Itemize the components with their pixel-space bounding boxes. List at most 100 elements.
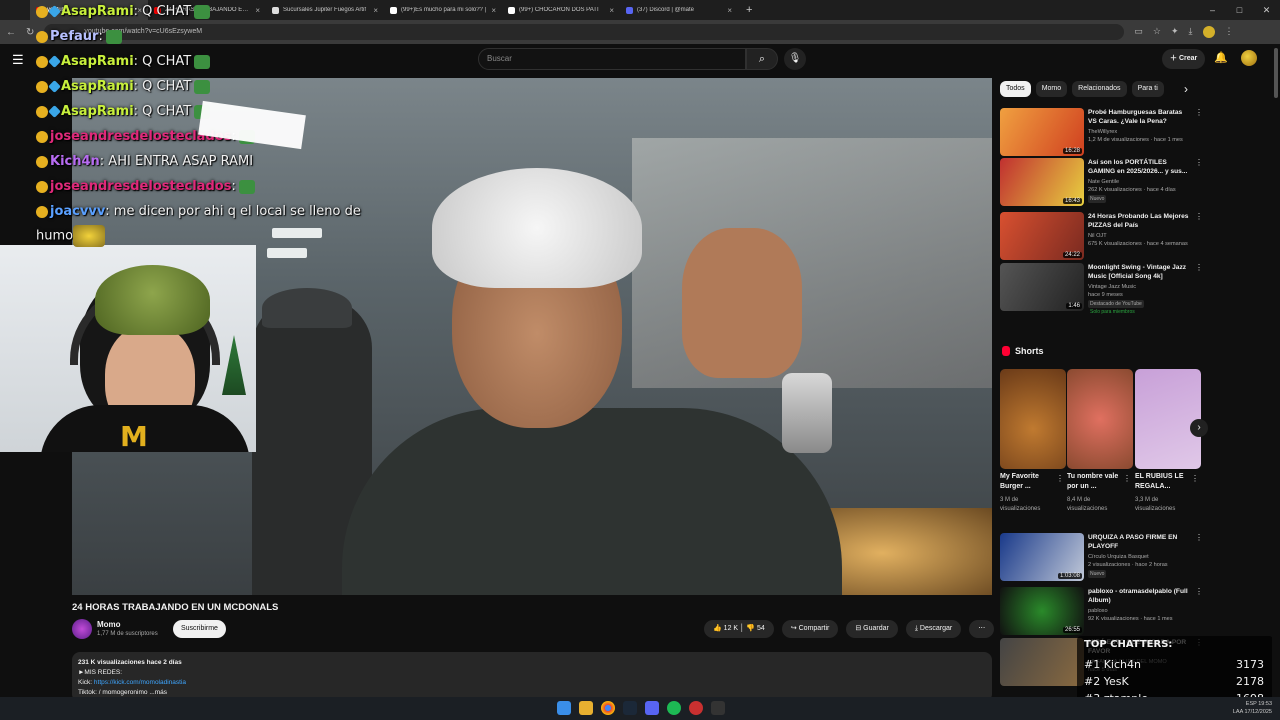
- recommendation-channel[interactable]: TheWillyrex: [1088, 128, 1198, 136]
- create-button[interactable]: ＋ Crear: [1162, 49, 1206, 69]
- recommendation-title[interactable]: Moonlight Swing - Vintage Jazz Music [Of…: [1088, 263, 1192, 281]
- recommendation-channel[interactable]: Nil OJT: [1088, 232, 1198, 240]
- epic-games-icon[interactable]: [711, 701, 725, 715]
- scrollbar-thumb[interactable]: [1274, 48, 1278, 98]
- tab-close-icon[interactable]: ×: [373, 6, 378, 15]
- tiktok-handle[interactable]: / momogeronimo: [99, 689, 148, 696]
- search-input[interactable]: Buscar: [478, 48, 746, 70]
- more-options-icon[interactable]: ⋮: [1195, 158, 1203, 167]
- more-options-icon[interactable]: ⋮: [1056, 474, 1064, 483]
- short-title[interactable]: EL RUBIUS LE REGALA...: [1135, 472, 1191, 492]
- recommendation-title[interactable]: URQUIZA A PASO FIRME EN PLAYOFF: [1088, 533, 1192, 551]
- video-thumbnail[interactable]: 24:22: [1000, 212, 1084, 260]
- cast-icon[interactable]: ▭: [1134, 26, 1143, 38]
- tab-close-icon[interactable]: ×: [491, 6, 496, 15]
- frog-hat: [95, 265, 210, 335]
- kick-link[interactable]: https://kick.com/momoladinastia: [94, 679, 186, 686]
- download-icon[interactable]: ⤓: [1189, 26, 1193, 38]
- recommendation-channel[interactable]: Círculo Urquiza Basquet: [1088, 553, 1198, 561]
- browser-tab[interactable]: (99+)Es mucho para mi solo?? | ×: [384, 0, 502, 20]
- discord-icon[interactable]: [645, 701, 659, 715]
- short-thumbnail[interactable]: [1135, 369, 1201, 469]
- start-icon[interactable]: [557, 701, 571, 715]
- app-icon[interactable]: [689, 701, 703, 715]
- recommendation-channel[interactable]: Vintage Jazz Music: [1088, 283, 1198, 291]
- video-thumbnail[interactable]: 16:28: [1000, 108, 1084, 156]
- share-button[interactable]: ↪ Compartir: [781, 620, 839, 638]
- shorts-next-button[interactable]: ›: [1190, 419, 1208, 437]
- more-options-icon[interactable]: ⋮: [1195, 533, 1203, 542]
- tab-close-icon[interactable]: ×: [727, 6, 732, 15]
- recommendation-item[interactable]: 26:55 pabloxo - otramasdelpablo (Full Alb…: [1000, 587, 1203, 635]
- recommendation-channel[interactable]: pabloxo: [1088, 607, 1198, 615]
- video-thumbnail[interactable]: 1:46: [1000, 263, 1084, 311]
- like-button[interactable]: 👍 12 K │ 👎 54: [704, 620, 774, 638]
- file-explorer-icon[interactable]: [579, 701, 593, 715]
- more-actions-button[interactable]: ⋯: [969, 620, 995, 638]
- tab-close-icon[interactable]: ×: [609, 6, 614, 15]
- thumbs-down-icon[interactable]: 👎: [746, 625, 757, 632]
- browser-tab[interactable]: (37) Discord | @mate ×: [620, 0, 738, 20]
- newtab-button[interactable]: +: [738, 4, 760, 16]
- filter-chip[interactable]: Todos: [1000, 81, 1031, 97]
- recommendation-title[interactable]: pabloxo - otramasdelpablo (Full Album): [1088, 587, 1192, 605]
- page-scrollbar[interactable]: [1272, 44, 1280, 697]
- steam-icon[interactable]: [623, 701, 637, 715]
- notifications-bell-icon[interactable]: 🔔: [1214, 51, 1228, 64]
- recommendation-title[interactable]: 24 Horas Probando Las Mejores PIZZAS del…: [1088, 212, 1192, 230]
- browser-menu-icon[interactable]: ⋮: [1225, 26, 1234, 38]
- more-options-icon[interactable]: ⋮: [1195, 587, 1203, 596]
- recommendation-item[interactable]: 1:46 Moonlight Swing - Vintage Jazz Music…: [1000, 263, 1203, 315]
- filter-chip[interactable]: Para ti: [1131, 81, 1164, 97]
- recommendation-item[interactable]: 16:43 Así son los PORTÁTILES GAMING en 20…: [1000, 158, 1203, 206]
- more-options-icon[interactable]: ⋮: [1195, 212, 1203, 221]
- minimize-button[interactable]: –: [1199, 0, 1226, 20]
- extension-icon[interactable]: ✦: [1171, 26, 1179, 38]
- filter-chip[interactable]: Relacionados: [1072, 81, 1127, 97]
- bookmark-star-icon[interactable]: ☆: [1153, 26, 1161, 38]
- channel-name[interactable]: Momo: [97, 620, 121, 629]
- close-window-button[interactable]: ✕: [1253, 0, 1280, 20]
- subscribe-button[interactable]: Suscribirme: [173, 620, 226, 638]
- reload-icon[interactable]: ↻: [26, 27, 34, 38]
- chatter-name: YesK: [1103, 675, 1129, 688]
- more-options-icon[interactable]: ⋮: [1195, 263, 1203, 272]
- recommendation-item[interactable]: 1:03:08 URQUIZA A PASO FIRME EN PLAYOFF Cí…: [1000, 533, 1203, 581]
- user-avatar[interactable]: [1241, 50, 1257, 66]
- chevron-right-icon[interactable]: ›: [1184, 82, 1188, 96]
- more-options-icon[interactable]: ⋮: [1195, 108, 1203, 117]
- back-icon[interactable]: ←: [6, 27, 16, 38]
- chrome-icon[interactable]: [601, 701, 615, 715]
- video-description[interactable]: 231 K visualizaciones hace 2 días ►MIS R…: [72, 652, 992, 702]
- browser-tab[interactable]: (99+) CHOCARON DOS PATI ×: [502, 0, 620, 20]
- show-more-link[interactable]: ...más: [149, 689, 167, 696]
- short-title[interactable]: My Favorite Burger ...: [1000, 472, 1056, 492]
- short-thumbnail[interactable]: [1067, 369, 1133, 469]
- hamburger-menu-icon[interactable]: ☰: [12, 52, 24, 68]
- recommendation-item[interactable]: 16:28 Probé Hamburguesas Baratas VS Caras…: [1000, 108, 1203, 156]
- video-thumbnail[interactable]: 26:55: [1000, 587, 1084, 635]
- maximize-button[interactable]: □: [1226, 0, 1253, 20]
- clock-time[interactable]: 19:53: [1258, 701, 1272, 707]
- language-indicator[interactable]: ESP: [1246, 701, 1257, 707]
- recommendation-channel[interactable]: Nate Gentile: [1088, 178, 1198, 186]
- video-thumbnail[interactable]: 1:03:08: [1000, 533, 1084, 581]
- voice-search-button[interactable]: 🎙: [784, 48, 806, 70]
- recommendation-item[interactable]: 24:22 24 Horas Probando Las Mejores PIZZA…: [1000, 212, 1203, 260]
- video-thumbnail[interactable]: 16:43: [1000, 158, 1084, 206]
- recommendation-title[interactable]: Probé Hamburguesas Baratas VS Caras. ¿Va…: [1088, 108, 1192, 126]
- filter-chip[interactable]: Momo: [1035, 81, 1068, 97]
- short-thumbnail[interactable]: [1000, 369, 1066, 469]
- clock-date[interactable]: 17/12/2025: [1244, 709, 1272, 715]
- search-button[interactable]: ⌕: [746, 48, 778, 70]
- profile-avatar[interactable]: [1202, 26, 1215, 38]
- save-button[interactable]: ⊟ Guardar: [846, 620, 898, 638]
- more-options-icon[interactable]: ⋮: [1191, 474, 1199, 483]
- recommendation-title[interactable]: Así son los PORTÁTILES GAMING en 2025/20…: [1088, 158, 1192, 176]
- download-button[interactable]: ⤓ Descargar: [905, 620, 962, 638]
- short-title[interactable]: Tu nombre vale por un ...: [1067, 472, 1123, 492]
- spotify-icon[interactable]: [667, 701, 681, 715]
- channel-avatar[interactable]: [72, 619, 92, 639]
- more-options-icon[interactable]: ⋮: [1123, 474, 1131, 483]
- video-thumbnail[interactable]: [1000, 638, 1084, 686]
